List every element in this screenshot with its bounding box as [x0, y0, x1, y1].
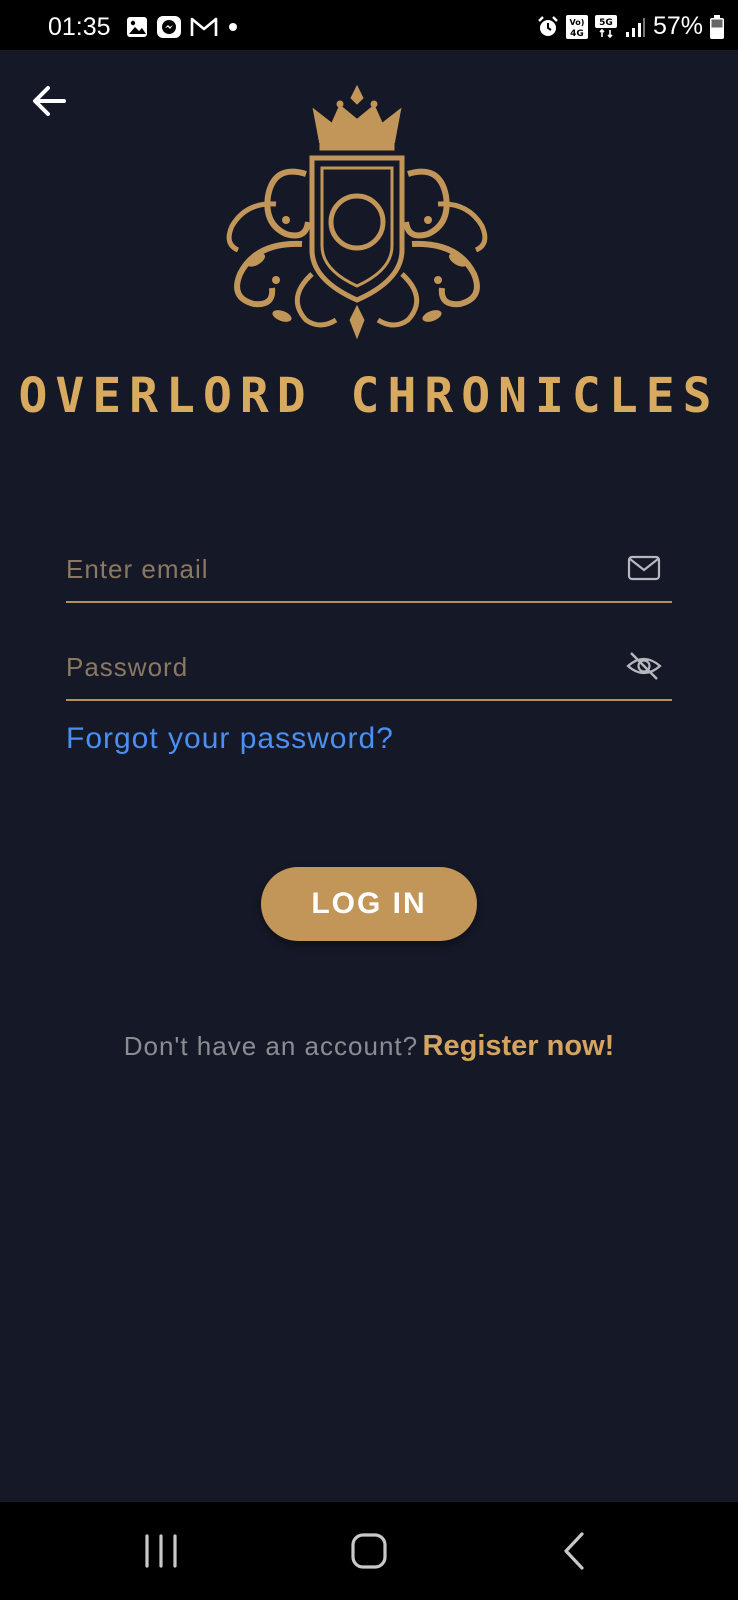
volte-icon: Vo) 4G [565, 14, 588, 39]
back-icon [564, 1532, 584, 1570]
messenger-icon [157, 16, 181, 38]
home-button[interactable] [344, 1530, 394, 1572]
svg-text:4G: 4G [570, 29, 584, 39]
system-status-icons: Vo) 4G 5G 57% [537, 12, 724, 41]
crest-logo-icon [226, 84, 488, 340]
back-button[interactable] [28, 80, 70, 122]
register-row: Don't have an account? Register now! [0, 1030, 738, 1063]
status-bar: 01:35 Vo) 4G 5G 57% [0, 0, 738, 50]
brand-name: OVERLORD CHRONICLES [18, 368, 720, 424]
mail-icon [627, 555, 661, 581]
eye-off-icon[interactable] [626, 650, 662, 682]
arrow-left-icon [33, 86, 66, 116]
gmail-icon [190, 17, 218, 36]
login-button[interactable]: LOG IN [261, 867, 477, 941]
alarm-icon [538, 15, 558, 36]
back-nav-button[interactable] [550, 1530, 600, 1572]
battery-percent: 57% [652, 12, 703, 40]
battery-icon [710, 14, 724, 39]
recents-button[interactable] [136, 1530, 186, 1572]
home-icon [351, 1533, 387, 1569]
recents-icon [145, 1534, 177, 1568]
svg-text:Vo): Vo) [570, 18, 585, 27]
register-now-link[interactable]: Register now! [423, 1030, 615, 1062]
5g-icon: 5G [594, 14, 617, 38]
forgot-password-link[interactable]: Forgot your password? [66, 722, 394, 756]
register-prompt: Don't have an account? [123, 1031, 419, 1061]
svg-text:5G: 5G [599, 18, 613, 28]
notification-icons [126, 15, 240, 39]
password-input[interactable] [66, 639, 596, 695]
password-field[interactable] [66, 639, 672, 701]
image-icon [127, 17, 147, 37]
dot-icon [229, 23, 237, 31]
status-time: 01:35 [48, 13, 111, 41]
email-field[interactable] [66, 541, 672, 603]
email-input[interactable] [66, 541, 596, 597]
system-nav-bar [0, 1502, 738, 1600]
signal-icon [625, 17, 645, 37]
